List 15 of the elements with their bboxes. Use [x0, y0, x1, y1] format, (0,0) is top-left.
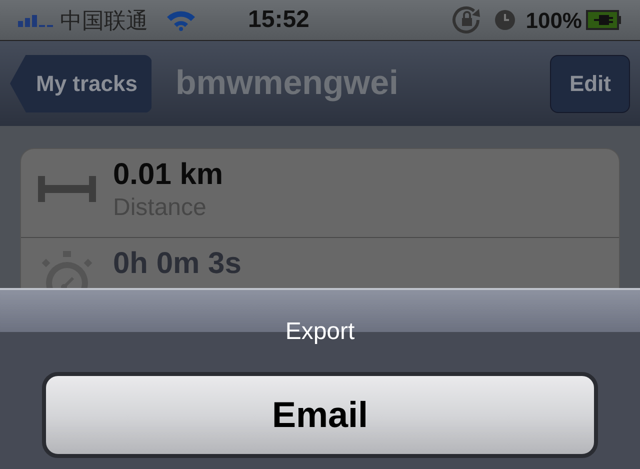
back-button[interactable]: My tracks	[10, 54, 152, 112]
clock-icon	[494, 9, 516, 31]
action-sheet-title: Export	[285, 317, 355, 347]
stat-value: 0h 0m 3s	[113, 246, 242, 282]
screen-title: bmwmengwei	[176, 63, 400, 104]
battery-percentage: 100%	[526, 6, 582, 34]
wifi-icon	[166, 9, 196, 31]
carrier-name: 中国联通	[60, 6, 148, 34]
battery-charging-icon	[586, 10, 622, 30]
email-button[interactable]: Email	[42, 372, 598, 458]
stat-value: 0.01 km	[113, 157, 224, 193]
edit-button[interactable]: Edit	[550, 54, 630, 112]
signal-icon	[18, 13, 56, 27]
status-time: 15:52	[248, 5, 310, 35]
ruler-icon	[38, 176, 96, 202]
